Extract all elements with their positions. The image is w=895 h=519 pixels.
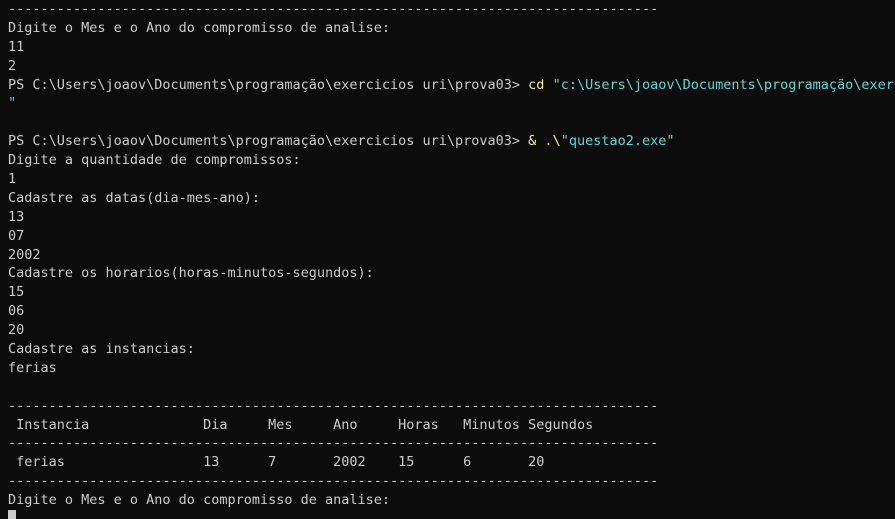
prompt-line: PS C:\Users\joaov\Documents\programação\… bbox=[8, 76, 895, 95]
string-continuation-line: " bbox=[8, 94, 895, 113]
divider-line: ----------------------------------------… bbox=[8, 435, 659, 452]
output-line: 11 bbox=[8, 38, 25, 55]
divider-line: ----------------------------------------… bbox=[8, 1, 659, 17]
command-argument: "questao2.exe" bbox=[560, 133, 675, 150]
output-line: ferias bbox=[8, 359, 57, 376]
prompt-line: PS C:\Users\joaov\Documents\programação\… bbox=[8, 132, 895, 151]
output-line: Digite a quantidade de compromissos: bbox=[8, 152, 301, 169]
terminal-output: ----------------------------------------… bbox=[8, 0, 895, 510]
divider-line: ----------------------------------------… bbox=[8, 397, 659, 414]
output-line: Digite o Mes e o Ano do compromisso de a… bbox=[8, 492, 391, 509]
command-text: cd bbox=[528, 76, 553, 93]
output-line: 07 bbox=[8, 227, 25, 244]
output-line: 20 bbox=[8, 322, 25, 339]
output-line: 2002 bbox=[8, 246, 41, 263]
output-line: Cadastre as instancias: bbox=[8, 341, 195, 358]
output-line: 1 bbox=[8, 171, 17, 188]
output-line: ferias 13 7 2002 15 6 20 bbox=[8, 454, 545, 471]
input-line[interactable] bbox=[8, 510, 895, 519]
output-line: 13 bbox=[8, 208, 25, 225]
prompt-text: PS C:\Users\joaov\Documents\programação\… bbox=[8, 133, 529, 150]
command-argument: "c:\Users\joaov\Documents\programação\ex… bbox=[552, 76, 895, 93]
output-line: Digite o Mes e o Ano do compromisso de a… bbox=[8, 19, 391, 36]
divider-line: ----------------------------------------… bbox=[8, 473, 659, 490]
output-line: 2 bbox=[8, 57, 17, 74]
command-text: & .\ bbox=[528, 133, 561, 150]
output-line: 06 bbox=[8, 303, 25, 320]
text-cursor bbox=[8, 510, 16, 519]
output-line: 15 bbox=[8, 284, 25, 301]
string-text: " bbox=[8, 95, 17, 112]
output-line: Instancia Dia Mes Ano Horas Minutos Segu… bbox=[8, 416, 594, 433]
output-line: Cadastre as datas(dia-mes-ano): bbox=[8, 189, 260, 206]
output-line: Cadastre os horarios(horas-minutos-segun… bbox=[8, 265, 374, 282]
prompt-text: PS C:\Users\joaov\Documents\programação\… bbox=[8, 76, 529, 93]
terminal-window[interactable]: ----------------------------------------… bbox=[0, 0, 895, 519]
